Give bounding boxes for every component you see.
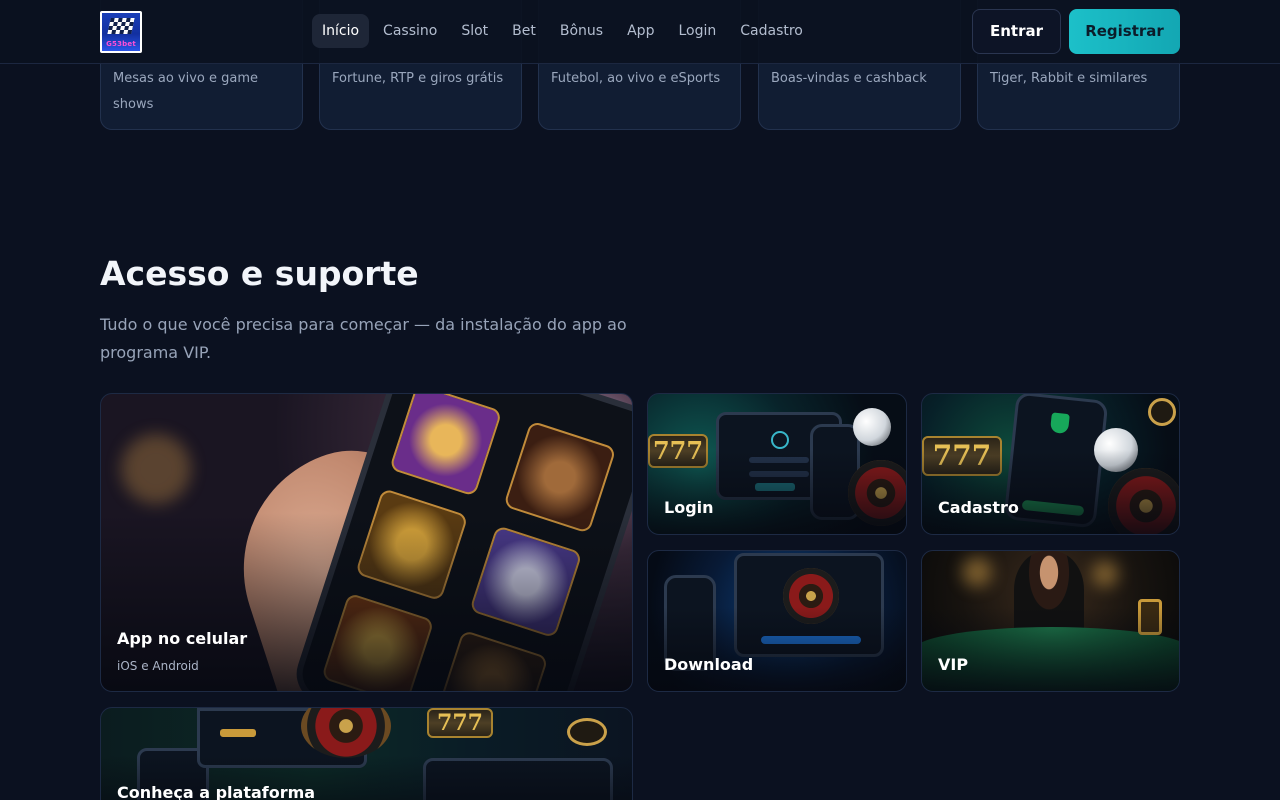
tile-label: App no celular xyxy=(117,629,248,648)
register-button[interactable]: Registrar xyxy=(1069,9,1180,54)
bokeh-light xyxy=(962,557,992,587)
tile-label: Conheça a plataforma xyxy=(117,783,316,800)
section-subtitle: Tudo o que você precisa para começar — d… xyxy=(100,315,627,362)
nav-item-bet[interactable]: Bet xyxy=(502,14,546,48)
tile-download[interactable]: Download xyxy=(647,550,907,692)
logo[interactable]: G53bet xyxy=(100,11,142,53)
shield-icon xyxy=(1049,412,1070,435)
category-card-desc: Futebol, ao vivo e eSports xyxy=(551,71,721,86)
tile-conheca-plataforma[interactable]: 777 Conheça a plataforma xyxy=(100,707,633,800)
nav-item-slot[interactable]: Slot xyxy=(451,14,498,48)
checkered-flag-icon xyxy=(107,18,135,34)
site-header: G53bet Início Cassino Slot Bet Bônus App… xyxy=(0,0,1280,64)
category-card-desc: Fortune, RTP e giros grátis xyxy=(332,71,504,86)
nav-item-bonus[interactable]: Bônus xyxy=(550,14,613,48)
tile-label: Login xyxy=(664,498,714,517)
tile-shade xyxy=(922,450,1179,534)
nav-item-login[interactable]: Login xyxy=(668,14,726,48)
tile-label: Download xyxy=(664,655,754,674)
soccer-ball-image xyxy=(853,408,891,446)
chip-image xyxy=(1148,398,1176,426)
nav-item-cadastro[interactable]: Cadastro xyxy=(730,14,813,48)
category-card-desc: Mesas ao vivo e game shows xyxy=(113,71,259,112)
enter-button[interactable]: Entrar xyxy=(972,9,1061,54)
tile-label: Cadastro xyxy=(938,498,1019,517)
tile-label: VIP xyxy=(938,655,969,674)
tile-app-celular[interactable]: App no celular iOS e Android xyxy=(100,393,633,692)
bokeh-light xyxy=(1092,561,1118,587)
section-title: Acesso e suporte xyxy=(100,254,419,293)
nav-item-app[interactable]: App xyxy=(617,14,664,48)
tile-shade xyxy=(648,607,906,691)
slot-thumb xyxy=(389,394,503,497)
tile-shade xyxy=(922,607,1179,691)
lock-icon xyxy=(771,431,789,449)
tile-vip[interactable]: VIP xyxy=(921,550,1180,692)
nav-item-cassino[interactable]: Cassino xyxy=(373,14,447,48)
tile-cadastro[interactable]: 777 Cadastro xyxy=(921,393,1180,535)
tile-sublabel: iOS e Android xyxy=(117,659,199,673)
logo-text: G53bet xyxy=(106,40,136,48)
chip-image xyxy=(567,718,607,746)
tile-login[interactable]: 777 Login xyxy=(647,393,907,535)
main-nav: Início Cassino Slot Bet Bônus App Login … xyxy=(312,14,817,48)
tile-shade xyxy=(648,450,906,534)
category-card-desc: Tiger, Rabbit e similares xyxy=(990,71,1148,86)
slot-reel-777: 777 xyxy=(427,708,493,738)
nav-item-inicio[interactable]: Início xyxy=(312,14,370,48)
logo-badge: G53bet xyxy=(102,13,140,51)
cta-image xyxy=(220,729,256,737)
category-card-desc: Boas-vindas e cashback xyxy=(771,71,927,86)
bokeh-light xyxy=(121,434,191,504)
